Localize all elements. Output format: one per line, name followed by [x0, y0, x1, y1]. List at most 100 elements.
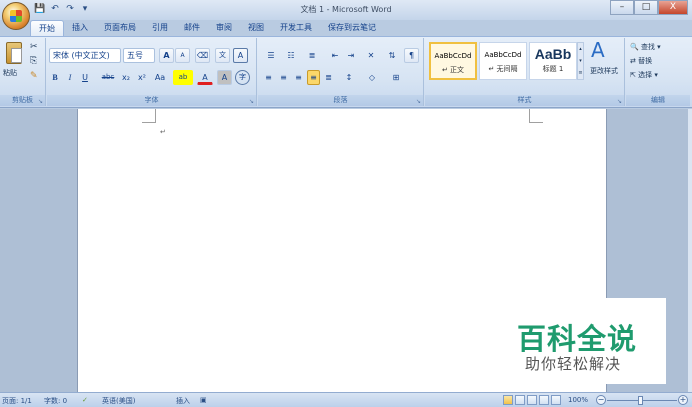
- select-label: 选择: [638, 71, 653, 79]
- outline-view-icon[interactable]: [539, 395, 549, 405]
- change-styles-icon[interactable]: A: [591, 38, 605, 62]
- bold-button[interactable]: B: [49, 70, 61, 85]
- tab-view[interactable]: 视图: [240, 20, 272, 36]
- replace-label: 替换: [638, 57, 653, 65]
- find-button[interactable]: 🔍 查找 ▾: [630, 42, 661, 52]
- subscript-button[interactable]: x₂: [119, 70, 133, 85]
- zoom-out-button[interactable]: −: [596, 395, 606, 405]
- shrink-font-button[interactable]: A: [175, 48, 190, 63]
- vertical-scrollbar[interactable]: [688, 109, 692, 392]
- office-logo-icon: [10, 10, 22, 22]
- decrease-indent-icon[interactable]: ⇤: [328, 48, 342, 63]
- styles-scroll-icon[interactable]: ▴ ▾ ≡: [577, 42, 584, 80]
- phonetic-guide-icon[interactable]: 文: [215, 48, 230, 63]
- multilevel-list-icon[interactable]: ≣: [302, 48, 322, 63]
- macro-record-icon[interactable]: ▣: [200, 396, 207, 404]
- clipboard-launcher-icon[interactable]: ↘: [38, 98, 43, 105]
- line-spacing-icon[interactable]: ↕: [340, 70, 358, 85]
- find-label: 查找: [640, 43, 655, 51]
- char-border-button[interactable]: A: [233, 48, 248, 63]
- tab-page-layout[interactable]: 页面布局: [96, 20, 144, 36]
- change-styles-button[interactable]: 更改样式: [585, 66, 623, 76]
- clear-format-icon[interactable]: ⌫: [195, 48, 210, 63]
- watermark-title: 百科全说: [517, 322, 638, 356]
- tab-developer[interactable]: 开发工具: [272, 20, 320, 36]
- watermark-subtitle: 助你轻松解决: [525, 355, 622, 373]
- style-sample: AaBbCcDd: [484, 51, 522, 59]
- ribbon: 粘贴 ✂ ⎘ ✎ 剪贴板 ↘ 宋体 (中文正文) 五号 A A ⌫ 文 A B …: [0, 36, 692, 108]
- align-center-icon[interactable]: ≡: [277, 70, 290, 85]
- shading-icon[interactable]: ◇: [362, 70, 382, 85]
- align-right-icon[interactable]: ≡: [292, 70, 305, 85]
- paste-button[interactable]: 粘贴: [3, 68, 17, 78]
- style-sample: AaBbCcDd: [434, 52, 472, 60]
- style-sample: AaBb: [534, 46, 572, 62]
- format-painter-icon[interactable]: ✎: [30, 71, 38, 81]
- strikethrough-button[interactable]: abc: [99, 70, 117, 85]
- styles-group: AaBbCcDd ↵ 正文 AaBbCcDd ↵ 无间隔 AaBb 标题 1 ▴…: [425, 38, 625, 106]
- minimize-button[interactable]: –: [610, 0, 634, 15]
- align-left-icon[interactable]: ≡: [262, 70, 275, 85]
- office-button[interactable]: [2, 2, 30, 30]
- numbering-icon[interactable]: ☷: [282, 48, 300, 63]
- page-count[interactable]: 页面: 1/1: [2, 396, 32, 406]
- font-size-select[interactable]: 五号: [123, 48, 155, 63]
- italic-button[interactable]: I: [64, 70, 76, 85]
- chinese-layout-icon[interactable]: ✕: [362, 48, 380, 63]
- select-icon: ⇱: [630, 71, 636, 79]
- font-group-label: 字体: [47, 95, 256, 106]
- enclose-char-button[interactable]: 字: [235, 70, 250, 85]
- zoom-level[interactable]: 100%: [568, 396, 588, 404]
- copy-icon[interactable]: ⎘: [30, 56, 37, 66]
- window-title: 文档 1 - Microsoft Word: [300, 5, 392, 14]
- show-marks-icon[interactable]: ¶: [404, 48, 419, 63]
- language-indicator[interactable]: 英语(美国): [102, 396, 135, 406]
- draft-view-icon[interactable]: [551, 395, 561, 405]
- zoom-in-button[interactable]: +: [678, 395, 688, 405]
- borders-icon[interactable]: ⊞: [386, 70, 406, 85]
- proofing-icon[interactable]: ✓: [82, 396, 88, 404]
- font-launcher-icon[interactable]: ↘: [249, 98, 254, 105]
- char-shading-button[interactable]: A: [217, 70, 232, 85]
- full-screen-view-icon[interactable]: [515, 395, 525, 405]
- cut-icon[interactable]: ✂: [30, 42, 38, 52]
- maximize-button[interactable]: □: [634, 0, 658, 15]
- change-case-button[interactable]: Aa: [151, 70, 169, 85]
- print-layout-view-icon[interactable]: [503, 395, 513, 405]
- margin-corner-top-left: [142, 109, 156, 123]
- style-no-spacing[interactable]: AaBbCcDd ↵ 无间隔: [479, 42, 527, 80]
- clipboard-group: 粘贴 ✂ ⎘ ✎ 剪贴板 ↘: [0, 38, 46, 106]
- grow-font-button[interactable]: A: [159, 48, 174, 63]
- tab-cloud-notes[interactable]: 保存到云笔记: [320, 20, 384, 36]
- styles-launcher-icon[interactable]: ↘: [617, 98, 622, 105]
- style-normal[interactable]: AaBbCcDd ↵ 正文: [429, 42, 477, 80]
- underline-button[interactable]: U: [79, 70, 91, 85]
- zoom-slider-thumb[interactable]: [638, 396, 643, 405]
- replace-button[interactable]: ⇄ 替换: [630, 56, 652, 66]
- font-name-select[interactable]: 宋体 (中文正文): [49, 48, 121, 63]
- paragraph-group: ☰ ☷ ≣ ⇤ ⇥ ✕ ⇅ ¶ ≡ ≡ ≡ ≡ ≣ ↕ ◇ ⊞ 段落 ↘: [258, 38, 424, 106]
- style-heading-1[interactable]: AaBb 标题 1: [529, 42, 577, 80]
- tab-insert[interactable]: 插入: [64, 20, 96, 36]
- insert-mode-indicator[interactable]: 插入: [176, 396, 190, 406]
- word-count[interactable]: 字数: 0: [44, 396, 67, 406]
- paste-icon[interactable]: [6, 42, 22, 64]
- select-button[interactable]: ⇱ 选择 ▾: [630, 70, 658, 80]
- title-bar: 💾 ↶ ↷ ▾ 文档 1 - Microsoft Word – □ X: [0, 0, 692, 20]
- highlight-button[interactable]: ab: [173, 70, 193, 85]
- close-button[interactable]: X: [658, 0, 688, 15]
- justify-icon[interactable]: ≡: [307, 70, 320, 85]
- sort-icon[interactable]: ⇅: [384, 48, 400, 63]
- font-group: 宋体 (中文正文) 五号 A A ⌫ 文 A B I U abc x₂ x² A…: [47, 38, 257, 106]
- font-color-button[interactable]: A: [197, 70, 213, 85]
- tab-review[interactable]: 审阅: [208, 20, 240, 36]
- superscript-button[interactable]: x²: [135, 70, 149, 85]
- tab-references[interactable]: 引用: [144, 20, 176, 36]
- distribute-icon[interactable]: ≣: [322, 70, 335, 85]
- paragraph-launcher-icon[interactable]: ↘: [416, 98, 421, 105]
- tab-home[interactable]: 开始: [30, 20, 64, 36]
- tab-mailings[interactable]: 邮件: [176, 20, 208, 36]
- web-layout-view-icon[interactable]: [527, 395, 537, 405]
- bullets-icon[interactable]: ☰: [262, 48, 280, 63]
- increase-indent-icon[interactable]: ⇥: [344, 48, 358, 63]
